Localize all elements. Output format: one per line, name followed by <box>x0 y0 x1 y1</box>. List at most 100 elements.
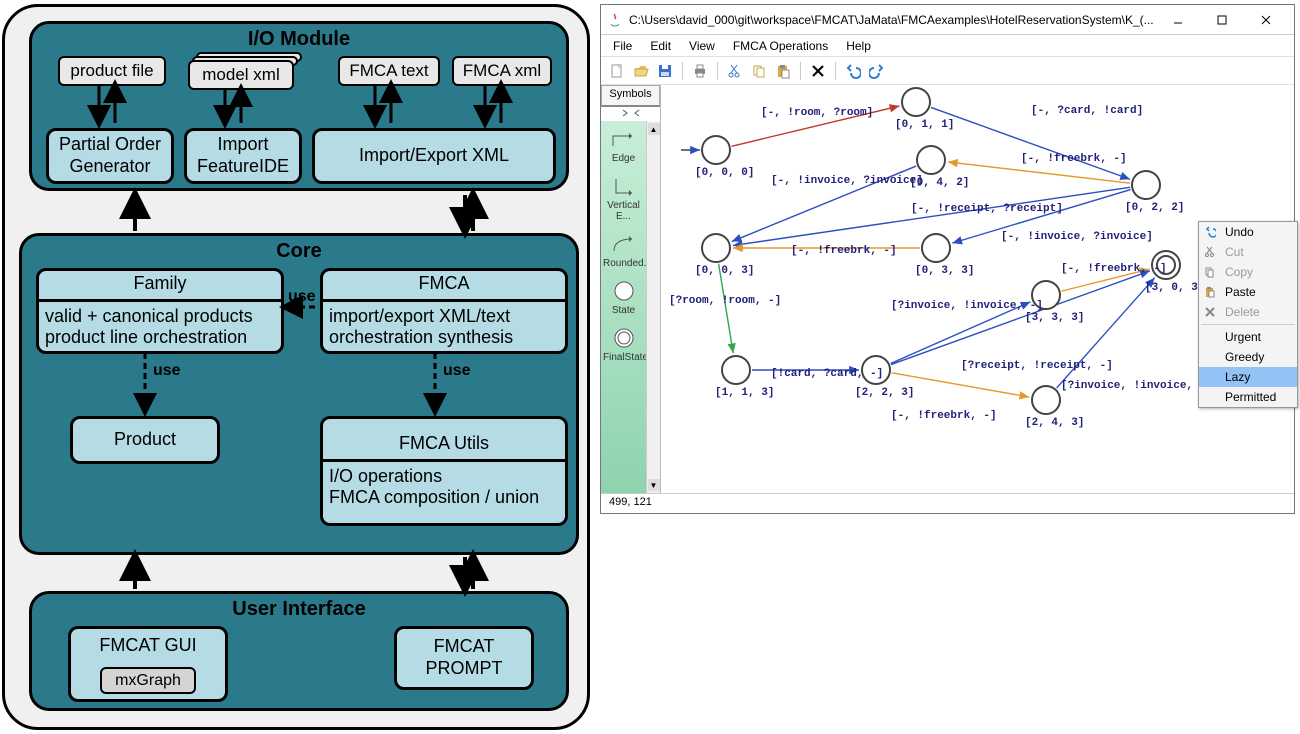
palette-state[interactable]: State <box>603 279 644 316</box>
fmca-body: import/export XML/text orchestration syn… <box>323 302 565 353</box>
state-node[interactable] <box>916 145 946 175</box>
cut-icon[interactable] <box>725 61 745 81</box>
collapse-handle[interactable] <box>617 109 645 121</box>
edge[interactable] <box>891 271 1150 365</box>
state-label: [3, 0, 3] <box>1145 282 1204 294</box>
fmca-header: FMCA <box>323 269 565 302</box>
context-menu-label: Urgent <box>1225 330 1261 344</box>
fmca-xml-file: FMCA xml <box>452 56 552 86</box>
close-button[interactable] <box>1244 6 1288 34</box>
redo-icon[interactable] <box>867 61 887 81</box>
titlebar[interactable]: C:\Users\david_000\git\workspace\FMCAT\J… <box>601 5 1294 35</box>
context-menu-item-lazy[interactable]: Lazy <box>1199 367 1297 387</box>
scroll-up-icon[interactable]: ▲ <box>648 123 660 135</box>
utils-body: I/O operations FMCA composition / union <box>323 462 565 513</box>
save-icon[interactable] <box>655 61 675 81</box>
edge-label: [?room, !room, -] <box>669 295 781 307</box>
context-menu-label: Undo <box>1225 225 1254 239</box>
context-menu-label: Copy <box>1225 265 1253 279</box>
state-node[interactable] <box>921 233 951 263</box>
edge-label: [?receipt, !receipt, -] <box>961 360 1113 372</box>
mxgraph-box: mxGraph <box>100 667 196 694</box>
palette-vertical-edge[interactable]: Vertical E... <box>603 174 644 222</box>
fmca-text-file: FMCA text <box>338 56 440 86</box>
edge-label: [?invoice, !invoice, -] <box>891 300 1043 312</box>
core-module-title: Core <box>22 240 576 263</box>
print-icon[interactable] <box>690 61 710 81</box>
context-menu: UndoCutCopyPasteDeleteUrgentGreedyLazyPe… <box>1198 221 1298 408</box>
state-node[interactable] <box>701 233 731 263</box>
menu-help[interactable]: Help <box>838 37 879 55</box>
family-box: Family valid + canonical products produc… <box>36 268 284 354</box>
edge-label: [-, !invoice, ?invoice] <box>771 175 923 187</box>
palette-finalstate[interactable]: FinalState <box>603 326 644 363</box>
java-app-icon <box>607 12 623 28</box>
palette-scrollbar[interactable]: ▲ ▼ <box>646 121 660 493</box>
state-node[interactable] <box>1031 385 1061 415</box>
edge-label: [-, !freebrk, -] <box>791 245 897 257</box>
edge-label: [-, !room, ?room] <box>761 107 873 119</box>
menu-fmca-operations[interactable]: FMCA Operations <box>725 37 836 55</box>
context-menu-item-undo[interactable]: Undo <box>1199 222 1297 242</box>
menu-file[interactable]: File <box>605 37 640 55</box>
paste-icon[interactable] <box>773 61 793 81</box>
fmca-box: FMCA import/export XML/text orchestratio… <box>320 268 568 354</box>
utils-header: FMCA Utils <box>323 429 565 462</box>
model-file-stack: model xml <box>188 60 294 90</box>
content-area: Symbols Edge Vertical E... Rounded... St… <box>601 85 1294 493</box>
toolbar <box>601 57 1294 85</box>
edge[interactable] <box>931 107 1130 179</box>
edge[interactable] <box>719 264 734 353</box>
state-node[interactable] <box>721 355 751 385</box>
menubar: File Edit View FMCA Operations Help <box>601 35 1294 57</box>
edge-label: [-, !freebrk, -] <box>1061 263 1167 275</box>
state-label: [0, 0, 3] <box>695 265 754 277</box>
palette: Edge Vertical E... Rounded... State Fina… <box>601 121 646 493</box>
context-menu-item-urgent[interactable]: Urgent <box>1199 327 1297 347</box>
context-menu-item-delete: Delete <box>1199 302 1297 322</box>
state-node[interactable] <box>1131 170 1161 200</box>
state-node[interactable] <box>701 135 731 165</box>
architecture-diagram: I/O Module product file model xml FMCA t… <box>2 4 590 730</box>
copy-icon <box>1203 265 1217 279</box>
maximize-button[interactable] <box>1200 6 1244 34</box>
io-module: I/O Module product file model xml FMCA t… <box>29 21 569 191</box>
context-menu-item-permitted[interactable]: Permitted <box>1199 387 1297 407</box>
state-label: [3, 3, 3] <box>1025 312 1084 324</box>
state-label: [0, 0, 0] <box>695 167 754 179</box>
scroll-down-icon[interactable]: ▼ <box>648 479 660 491</box>
state-node[interactable] <box>901 87 931 117</box>
window-title: C:\Users\david_000\git\workspace\FMCAT\J… <box>629 13 1156 27</box>
copy-icon[interactable] <box>749 61 769 81</box>
product-file: product file <box>58 56 166 86</box>
minimize-button[interactable] <box>1156 6 1200 34</box>
undo-icon[interactable] <box>843 61 863 81</box>
state-label: [2, 4, 3] <box>1025 417 1084 429</box>
context-menu-label: Paste <box>1225 285 1256 299</box>
partial-order-box: Partial Order Generator <box>46 128 174 184</box>
context-menu-item-paste[interactable]: Paste <box>1199 282 1297 302</box>
menu-edit[interactable]: Edit <box>642 37 679 55</box>
app-window: C:\Users\david_000\git\workspace\FMCAT\J… <box>600 4 1295 514</box>
product-box: Product <box>70 416 220 464</box>
context-menu-item-greedy[interactable]: Greedy <box>1199 347 1297 367</box>
fmcat-gui-box: FMCAT GUI mxGraph <box>68 626 228 702</box>
menu-view[interactable]: View <box>681 37 723 55</box>
context-menu-label: Lazy <box>1225 370 1250 384</box>
state-label: [1, 1, 3] <box>715 387 774 399</box>
delete-icon[interactable] <box>808 61 828 81</box>
edge-label: [-, ?card, !card] <box>1031 105 1143 117</box>
symbols-tab[interactable]: Symbols <box>601 85 660 107</box>
state-label: [0, 1, 1] <box>895 119 954 131</box>
state-label: [0, 3, 3] <box>915 265 974 277</box>
palette-edge[interactable]: Edge <box>603 127 644 164</box>
open-icon[interactable] <box>631 61 651 81</box>
fmca-xml-stack: FMCA xml <box>452 56 552 86</box>
edge-label: [-, !receipt, ?receipt] <box>911 203 1063 215</box>
edge[interactable] <box>948 162 1130 183</box>
family-body: valid + canonical products product line … <box>39 302 281 353</box>
cursor-position: 499, 121 <box>609 496 652 508</box>
family-header: Family <box>39 269 281 302</box>
palette-rounded-edge[interactable]: Rounded... <box>603 232 644 269</box>
new-icon[interactable] <box>607 61 627 81</box>
